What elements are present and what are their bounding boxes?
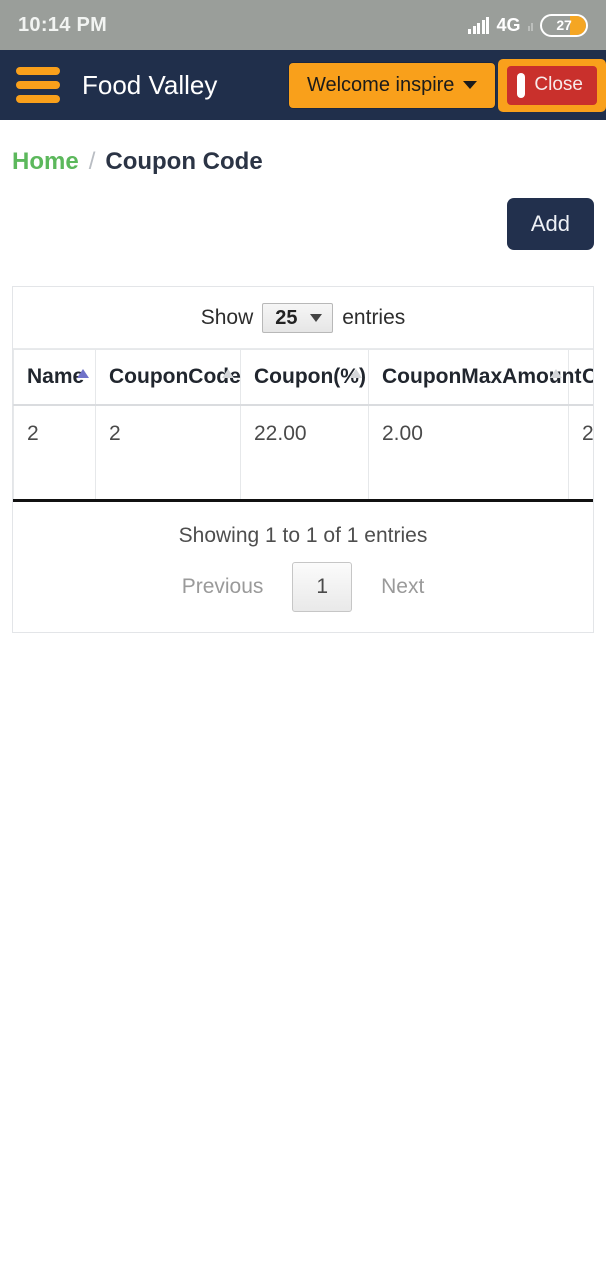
coupon-table: Name CouponCode Coupon(%) CouponMaxAmoun…: [13, 349, 593, 502]
table-header-row: Name CouponCode Coupon(%) CouponMaxAmoun…: [13, 349, 593, 406]
sort-icon: [222, 369, 234, 378]
toolbar: Add: [12, 176, 594, 250]
battery-level-label: 27: [556, 17, 572, 33]
sort-icon: [350, 369, 362, 378]
breadcrumb-home-link[interactable]: Home: [12, 148, 79, 176]
status-bar: 10:14 PM 4G 27: [0, 0, 606, 50]
table-pagination: Previous 1 Next: [13, 556, 593, 632]
pagination-next-button[interactable]: Next: [358, 562, 447, 612]
page-content: Home / Coupon Code Add Show 25 entries N: [0, 120, 606, 633]
caret-down-icon: [463, 81, 478, 89]
close-button-label: Close: [534, 74, 583, 95]
breadcrumb-current-page: Coupon Code: [105, 148, 263, 175]
column-header-label: C: [582, 365, 593, 388]
power-icon: [517, 72, 526, 98]
column-header-name[interactable]: Name: [13, 349, 96, 406]
table-length-control: Show 25 entries: [13, 287, 593, 349]
battery-fill: [570, 15, 586, 35]
signal-bars-icon: [468, 16, 490, 34]
pagination-previous-button[interactable]: Previous: [159, 562, 287, 612]
sort-icon: [550, 369, 562, 378]
entries-label: entries: [342, 306, 406, 329]
table-info: Showing 1 to 1 of 1 entries: [178, 523, 428, 547]
close-button[interactable]: Close: [507, 65, 597, 105]
entries-per-page-select[interactable]: 25: [262, 303, 334, 333]
cell-truncated: 2: [568, 404, 593, 501]
column-header-truncated[interactable]: C: [568, 349, 593, 406]
entries-select-wrapper[interactable]: 25: [262, 303, 334, 333]
table-scroll-area[interactable]: Name CouponCode Coupon(%) CouponMaxAmoun…: [13, 349, 593, 502]
show-label: Show: [200, 306, 254, 329]
welcome-user-label: Welcome inspire: [306, 73, 455, 96]
table-row[interactable]: 2 2 22.00 2.00 2: [13, 404, 593, 501]
add-button[interactable]: Add: [506, 198, 594, 250]
pagination-page-1-button[interactable]: 1: [292, 561, 353, 612]
welcome-user-dropdown[interactable]: Welcome inspire: [287, 61, 497, 109]
close-button-wrapper[interactable]: Close: [498, 58, 606, 112]
battery-icon: 27: [540, 13, 588, 37]
navbar-actions: Welcome inspire Close: [287, 50, 606, 120]
breadcrumb: Home / Coupon Code: [12, 120, 594, 176]
app-brand-title: Food Valley: [82, 69, 218, 100]
secondary-signal-icon: [527, 20, 533, 31]
cell-couponcode: 2: [95, 404, 241, 501]
coupon-table-card: Show 25 entries Name CouponCode Coupon(%…: [12, 286, 594, 633]
app-navbar: Food Valley Welcome inspire Close: [0, 50, 606, 120]
column-header-label: Name: [27, 365, 85, 388]
hamburger-menu-icon[interactable]: [16, 67, 60, 103]
cell-coupon-percent: 22.00: [240, 404, 369, 501]
column-header-coupon-percent[interactable]: Coupon(%): [240, 349, 369, 406]
table-body: 2 2 22.00 2.00 2: [13, 404, 593, 501]
breadcrumb-separator: /: [88, 148, 96, 175]
table-head: Name CouponCode Coupon(%) CouponMaxAmoun…: [13, 349, 593, 406]
cell-name: 2: [13, 404, 96, 501]
status-indicators: 4G 27: [468, 13, 588, 37]
network-type-label: 4G: [496, 15, 521, 35]
sort-ascending-icon: [77, 369, 89, 378]
cell-couponmaxamount: 2.00: [368, 404, 569, 501]
column-header-couponmaxamount[interactable]: CouponMaxAmount: [368, 349, 581, 406]
column-header-couponcode[interactable]: CouponCode: [95, 349, 241, 406]
status-time: 10:14 PM: [18, 13, 108, 36]
